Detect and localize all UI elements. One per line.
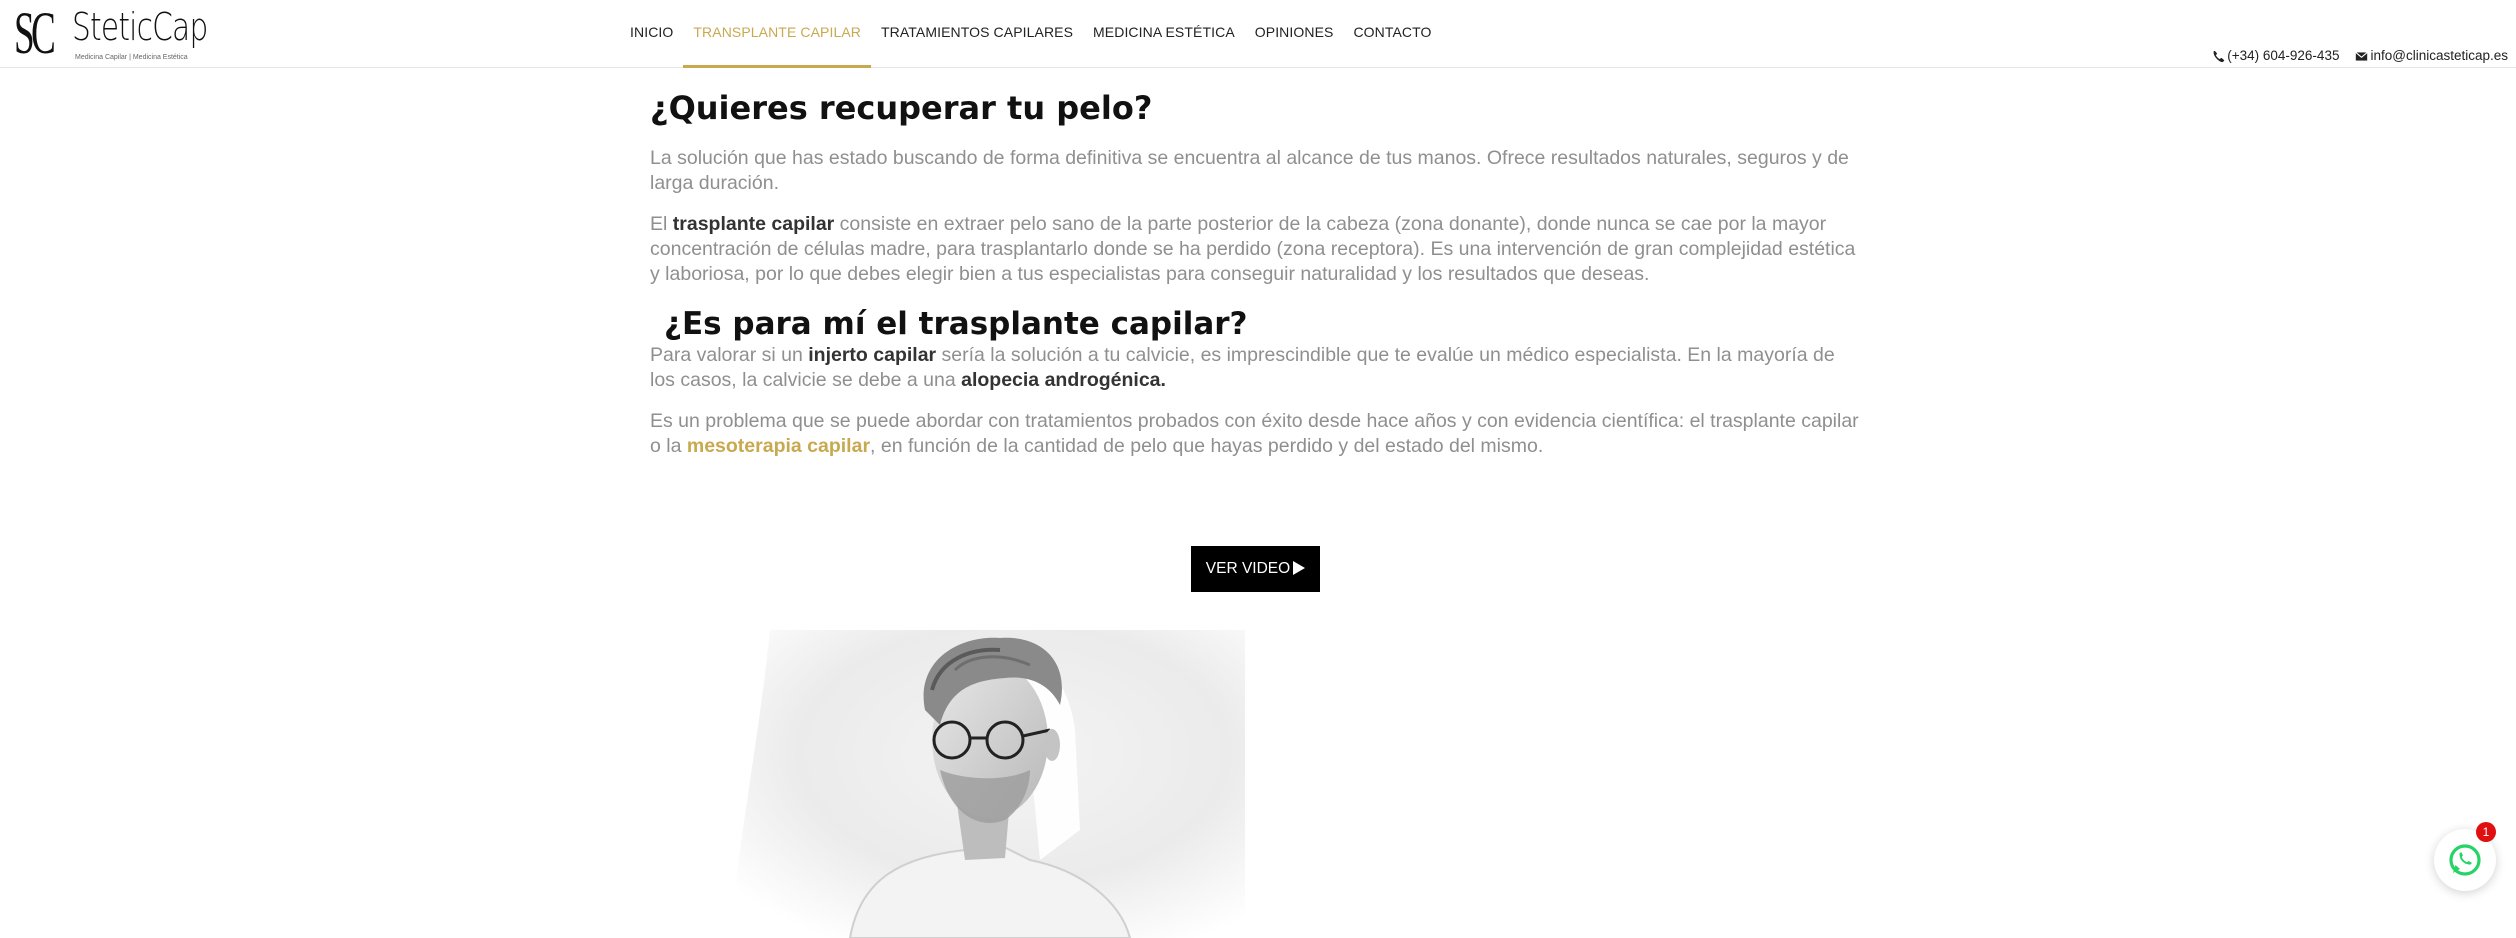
header-contact: (+34) 604-926-435 info@clinicasteticap.e… bbox=[2212, 48, 2508, 64]
email-address: info@clinicasteticap.es bbox=[2370, 48, 2508, 63]
play-icon bbox=[1293, 561, 1306, 575]
text-segment: Para valorar si un bbox=[650, 344, 809, 366]
logo-tagline: Medicina Capilar | Medicina Estética bbox=[75, 54, 188, 61]
paragraph-valorar: Para valorar si un injerto capilar sería… bbox=[650, 343, 1865, 393]
nav-item-opiniones[interactable]: OPINIONES bbox=[1245, 0, 1344, 68]
paragraph-trasplante: El trasplante capilar consiste en extrae… bbox=[650, 212, 1865, 287]
man-with-glasses-photo bbox=[700, 630, 1245, 938]
logo-monogram: SC bbox=[14, 0, 56, 66]
paragraph-tratamientos: Es un problema que se puede abordar con … bbox=[650, 409, 1865, 459]
logo-name: SteticCap bbox=[72, 5, 208, 49]
phone-link[interactable]: (+34) 604-926-435 bbox=[2212, 48, 2339, 64]
nav-item-transplante-capilar[interactable]: TRANSPLANTE CAPILAR bbox=[683, 0, 872, 68]
bold-alopecia: alopecia androgénica. bbox=[961, 369, 1166, 391]
link-mesoterapia-capilar[interactable]: mesoterapia capilar bbox=[687, 435, 870, 457]
ver-video-button[interactable]: VER VIDEO bbox=[1191, 546, 1320, 592]
ver-video-label: VER VIDEO bbox=[1205, 560, 1291, 577]
nav-item-tratamientos-capilares[interactable]: TRATAMIENTOS CAPILARES bbox=[871, 0, 1083, 68]
envelope-icon bbox=[2355, 51, 2369, 61]
photo-illustration bbox=[700, 630, 1245, 938]
bold-trasplante-capilar: trasplante capilar bbox=[672, 213, 835, 235]
site-logo[interactable]: SC SteticCap Medicina Capilar | Medicina… bbox=[14, 0, 208, 66]
nav-item-contacto[interactable]: CONTACTO bbox=[1343, 0, 1441, 68]
text-segment: , en función de la cantidad de pelo que … bbox=[870, 435, 1544, 457]
email-link[interactable]: info@clinicasteticap.es bbox=[2355, 48, 2508, 64]
phone-number: (+34) 604-926-435 bbox=[2227, 48, 2340, 63]
nav-item-inicio[interactable]: INICIO bbox=[620, 0, 683, 68]
phone-icon bbox=[2213, 50, 2225, 62]
main-nav: INICIO TRANSPLANTE CAPILAR TRATAMIENTOS … bbox=[620, 0, 1442, 68]
notification-badge: 1 bbox=[2476, 822, 2496, 842]
nav-item-medicina-estetica[interactable]: MEDICINA ESTÉTICA bbox=[1083, 0, 1245, 68]
site-header: SC SteticCap Medicina Capilar | Medicina… bbox=[0, 0, 2516, 68]
heading-es-para-mi: ¿Es para mí el trasplante capilar? bbox=[664, 306, 1248, 342]
bold-injerto-capilar: injerto capilar bbox=[808, 344, 937, 366]
text-segment: El bbox=[650, 213, 673, 235]
paragraph-intro: La solución que has estado buscando de f… bbox=[650, 147, 1849, 194]
main-content: ¿Quieres recuperar tu pelo? La solución … bbox=[650, 88, 1865, 475]
heading-recuperar-pelo: ¿Quieres recuperar tu pelo? bbox=[650, 89, 1153, 127]
